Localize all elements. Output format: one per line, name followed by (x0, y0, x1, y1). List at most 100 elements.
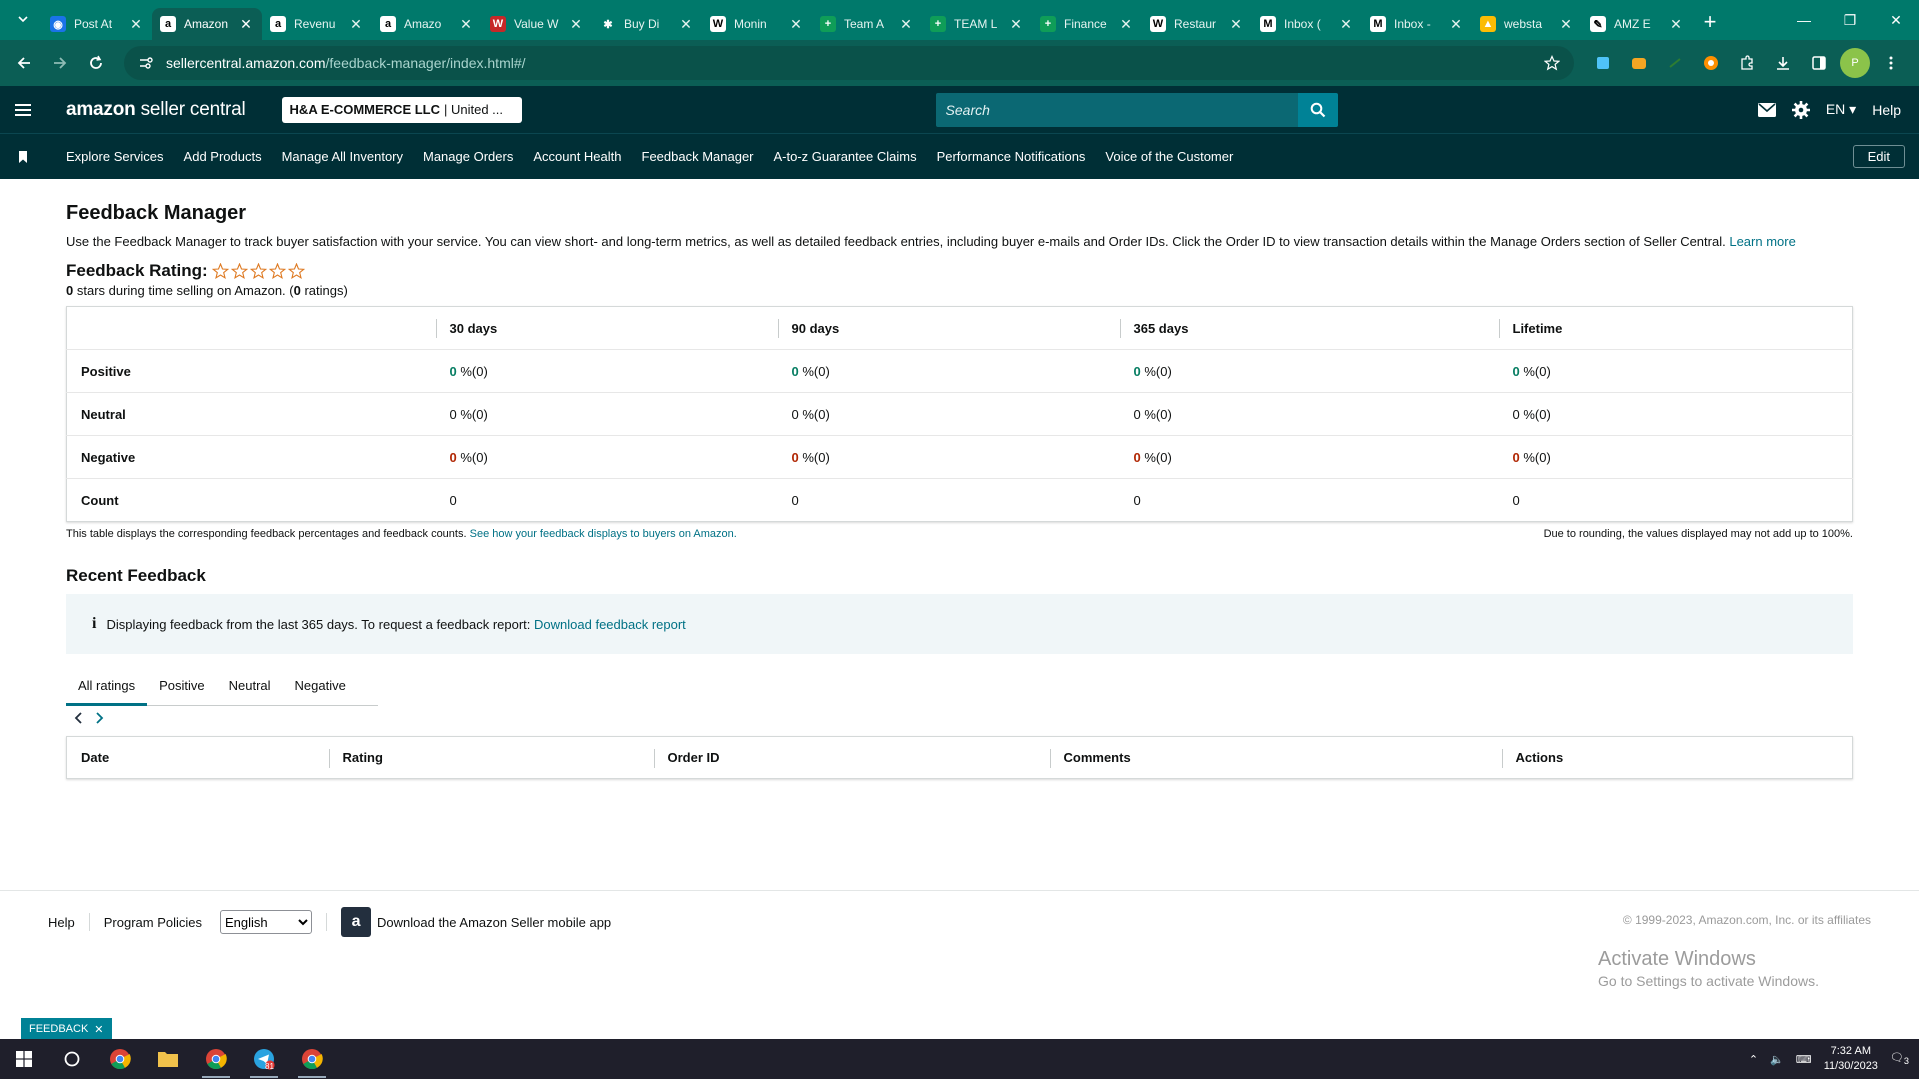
address-bar[interactable]: sellercentral.amazon.com/feedback-manage… (124, 46, 1574, 80)
download-app-link[interactable]: a Download the Amazon Seller mobile app (341, 907, 611, 937)
messages-button[interactable] (1757, 102, 1776, 117)
search-taskbar-button[interactable] (48, 1039, 96, 1079)
back-button[interactable] (8, 47, 40, 79)
tab-close-icon[interactable]: ✕ (348, 16, 364, 33)
browser-tab[interactable]: W Restaur ✕ (1142, 8, 1252, 40)
tab-close-icon[interactable]: ✕ (1118, 16, 1134, 33)
tab-close-icon[interactable]: ✕ (1008, 16, 1024, 33)
footer-help-link[interactable]: Help (48, 907, 75, 930)
taskbar-chrome-profile-a[interactable] (288, 1039, 336, 1079)
learn-more-link[interactable]: Learn more (1729, 234, 1795, 249)
clock[interactable]: 7:32 AM 11/30/2023 (1824, 1044, 1878, 1074)
hamburger-menu-button[interactable] (0, 103, 46, 117)
see-feedback-display-link[interactable]: See how your feedback displays to buyers… (470, 528, 737, 540)
nav-item-performance-notifications[interactable]: Performance Notifications (937, 149, 1086, 164)
reload-button[interactable] (80, 47, 112, 79)
col-rating[interactable]: Rating (328, 737, 654, 779)
seller-central-logo[interactable]: amazon seller central (66, 99, 246, 121)
close-window-button[interactable]: ✕ (1873, 0, 1919, 40)
taskbar-chrome[interactable] (96, 1039, 144, 1079)
browser-tab[interactable]: W Value W ✕ (482, 8, 592, 40)
browser-tab[interactable]: + TEAM L ✕ (922, 8, 1032, 40)
chevron-right-icon[interactable] (94, 712, 104, 724)
tab-all-ratings[interactable]: All ratings (66, 674, 148, 706)
tab-search-button[interactable] (10, 6, 36, 32)
browser-tab[interactable]: M Inbox (✕ (1252, 8, 1362, 40)
nav-item-a-to-z-claims[interactable]: A-to-z Guarantee Claims (774, 149, 917, 164)
edit-nav-button[interactable]: Edit (1852, 145, 1905, 168)
browser-tab[interactable]: W Monin ✕ (702, 8, 812, 40)
help-link[interactable]: Help (1872, 102, 1901, 118)
footer-language-select[interactable]: English (220, 910, 313, 934)
program-policies-link[interactable]: Program Policies (104, 907, 202, 930)
tab-close-icon[interactable]: ✕ (788, 16, 804, 33)
tab-close-icon[interactable]: ✕ (128, 16, 144, 33)
col-comments[interactable]: Comments (1049, 737, 1502, 779)
tab-close-icon[interactable]: ✕ (1338, 16, 1354, 33)
browser-tab[interactable]: + Finance ✕ (1032, 8, 1142, 40)
browser-tab[interactable]: ▲ websta ✕ (1472, 8, 1582, 40)
search-button[interactable] (1297, 92, 1338, 127)
tab-close-icon[interactable]: ✕ (568, 16, 584, 33)
feedback-button[interactable]: FEEDBACK ✕ (21, 1018, 112, 1040)
nav-item-manage-orders[interactable]: Manage Orders (423, 149, 513, 164)
browser-tab[interactable]: ◉ Post At ✕ (42, 8, 152, 40)
browser-tab[interactable]: a Amazo ✕ (372, 8, 482, 40)
tab-close-icon[interactable]: ✕ (238, 16, 254, 33)
browser-tab[interactable]: ✎ AMZ E ✕ (1582, 8, 1692, 40)
tab-close-icon[interactable]: ✕ (458, 16, 474, 33)
download-feedback-report-link[interactable]: Download feedback report (534, 617, 686, 632)
notifications-button[interactable]: 🗨3 (1890, 1051, 1909, 1066)
browser-tab[interactable]: ✱ Buy Di ✕ (592, 8, 702, 40)
nav-item-voice-of-customer[interactable]: Voice of the Customer (1105, 149, 1233, 164)
download-icon[interactable] (1768, 48, 1798, 78)
tab-close-icon[interactable]: ✕ (1228, 16, 1244, 33)
settings-button[interactable] (1791, 100, 1810, 119)
taskbar-chrome-profile-p[interactable] (192, 1039, 240, 1079)
tab-close-icon[interactable]: ✕ (898, 16, 914, 33)
extension-honey-icon[interactable] (1624, 48, 1654, 78)
nav-item-manage-inventory[interactable]: Manage All Inventory (282, 149, 403, 164)
extensions-puzzle-icon[interactable] (1732, 48, 1762, 78)
start-button[interactable] (0, 1039, 48, 1079)
new-tab-button[interactable]: + (1696, 8, 1724, 36)
nav-item-explore-services[interactable]: Explore Services (66, 149, 164, 164)
language-selector[interactable]: EN ▾ (1826, 101, 1856, 118)
browser-tab[interactable]: M Inbox - ✕ (1362, 8, 1472, 40)
col-date[interactable]: Date (67, 737, 329, 779)
col-order-id[interactable]: Order ID (653, 737, 1050, 779)
tray-overflow-chevron-up-icon[interactable]: ⌃ (1749, 1053, 1758, 1066)
browser-tab[interactable]: a Amazon ✕ (152, 8, 262, 40)
tab-close-icon[interactable]: ✕ (1668, 16, 1684, 33)
volume-icon[interactable]: 🔈 (1770, 1053, 1784, 1066)
search-input[interactable] (935, 92, 1298, 127)
side-panel-icon[interactable] (1804, 48, 1834, 78)
tab-negative[interactable]: Negative (283, 674, 358, 705)
tab-positive[interactable]: Positive (147, 674, 217, 705)
nav-item-feedback-manager[interactable]: Feedback Manager (642, 149, 754, 164)
chevron-left-icon[interactable] (74, 712, 84, 724)
chrome-menu-icon[interactable] (1876, 48, 1906, 78)
account-switcher[interactable]: H&A E-COMMERCE LLC | United ... (281, 96, 522, 123)
nav-item-account-health[interactable]: Account Health (533, 149, 621, 164)
extension-orange-circle-icon[interactable] (1696, 48, 1726, 78)
extension-arrow-icon[interactable] (1660, 48, 1690, 78)
profile-avatar[interactable]: P (1840, 48, 1870, 78)
close-icon[interactable]: ✕ (94, 1023, 103, 1036)
bookmark-star-icon[interactable] (1544, 55, 1560, 71)
keyboard-icon[interactable]: ⌨ (1796, 1053, 1812, 1066)
extension-puzzle-blue-icon[interactable] (1588, 48, 1618, 78)
browser-tab[interactable]: a Revenu ✕ (262, 8, 372, 40)
site-info-icon[interactable] (138, 55, 154, 71)
bookmark-button[interactable] (0, 150, 46, 163)
forward-button[interactable] (44, 47, 76, 79)
tab-close-icon[interactable]: ✕ (678, 16, 694, 33)
taskbar-file-explorer[interactable] (144, 1039, 192, 1079)
browser-tab[interactable]: + Team A ✕ (812, 8, 922, 40)
taskbar-telegram[interactable]: 81 (240, 1039, 288, 1079)
restore-button[interactable]: ❐ (1827, 0, 1873, 40)
nav-item-add-products[interactable]: Add Products (184, 149, 262, 164)
tab-close-icon[interactable]: ✕ (1448, 16, 1464, 33)
tab-neutral[interactable]: Neutral (217, 674, 283, 705)
minimize-button[interactable]: — (1781, 0, 1827, 40)
